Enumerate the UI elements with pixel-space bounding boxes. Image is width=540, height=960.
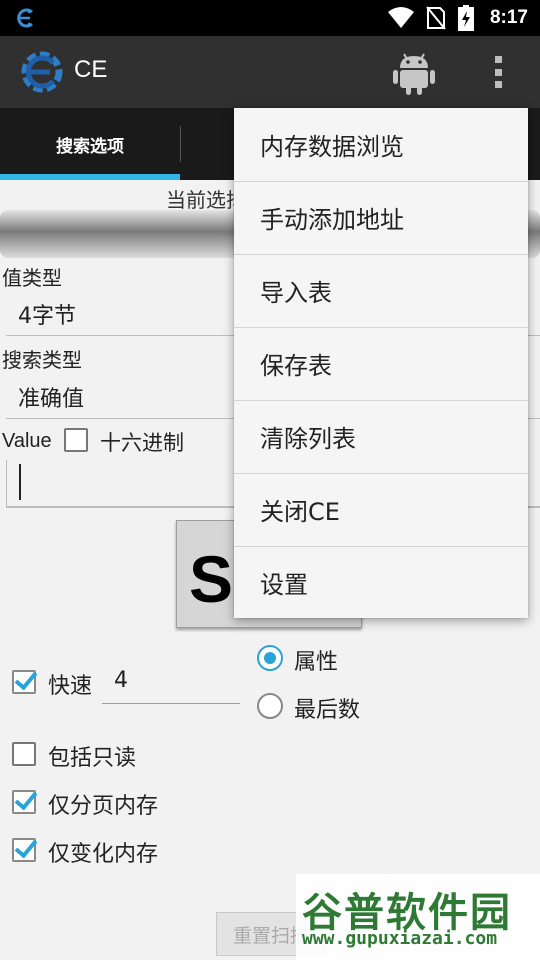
fast-scan-alignment-value: 4 bbox=[114, 668, 128, 693]
cheat-engine-notification-icon bbox=[17, 8, 33, 28]
overflow-menu-icon[interactable] bbox=[486, 54, 510, 90]
scan-button-label: S bbox=[189, 542, 234, 616]
hex-label: 十六进制 bbox=[100, 431, 184, 455]
battery-charging-icon bbox=[457, 5, 474, 31]
menu-item-label: 手动添加地址 bbox=[260, 206, 404, 234]
menu-item-label: 导入表 bbox=[260, 279, 332, 307]
menu-item-import-table[interactable]: 导入表 bbox=[234, 254, 528, 327]
attribute-radio[interactable] bbox=[257, 645, 283, 671]
android-icon[interactable] bbox=[392, 48, 436, 96]
last-digits-radio-label: 最后数 bbox=[294, 698, 361, 723]
hex-checkbox[interactable] bbox=[64, 428, 88, 452]
search-type-selected: 准确值 bbox=[18, 387, 85, 412]
menu-item-settings[interactable]: 设置 bbox=[234, 546, 528, 619]
cheat-engine-logo bbox=[21, 51, 63, 93]
menu-item-label: 清除列表 bbox=[260, 425, 356, 453]
last-digits-radio[interactable] bbox=[257, 693, 283, 719]
menu-item-clear-list[interactable]: 清除列表 bbox=[234, 400, 528, 473]
value-type-selected: 4字节 bbox=[18, 304, 76, 329]
text-cursor bbox=[19, 464, 21, 500]
menu-item-add-address[interactable]: 手动添加地址 bbox=[234, 181, 528, 254]
tab-divider bbox=[180, 126, 181, 162]
value-label: Value bbox=[2, 430, 52, 452]
include-readonly-label: 包括只读 bbox=[48, 746, 137, 771]
tab-label: 搜索选项 bbox=[56, 136, 124, 157]
overflow-popup-menu: 内存数据浏览 手动添加地址 导入表 保存表 清除列表 关闭CE 设置 bbox=[234, 108, 528, 618]
menu-item-memory-view[interactable]: 内存数据浏览 bbox=[234, 108, 528, 181]
menu-item-close-ce[interactable]: 关闭CE bbox=[234, 473, 528, 546]
menu-item-save-table[interactable]: 保存表 bbox=[234, 327, 528, 400]
value-type-label: 值类型 bbox=[2, 266, 62, 290]
action-bar: CE bbox=[0, 36, 540, 108]
status-time: 8:17 bbox=[489, 7, 528, 28]
fast-scan-alignment-input[interactable]: 4 bbox=[102, 664, 240, 704]
menu-item-label: 设置 bbox=[260, 571, 308, 599]
changed-memory-label: 仅变化内存 bbox=[48, 842, 159, 867]
site-watermark: 谷普软件园 www.gupuxiazai.com bbox=[296, 874, 540, 960]
fast-scan-checkbox[interactable] bbox=[12, 670, 36, 694]
paged-memory-label: 仅分页内存 bbox=[48, 794, 159, 819]
app-title: CE bbox=[74, 56, 108, 83]
tab-search-options[interactable]: 搜索选项 bbox=[0, 108, 180, 180]
paged-memory-checkbox[interactable] bbox=[12, 790, 36, 814]
watermark-url: www.gupuxiazai.com bbox=[302, 928, 498, 949]
wifi-icon bbox=[387, 7, 414, 28]
status-bar: 8:17 bbox=[0, 0, 540, 36]
no-sim-icon bbox=[426, 6, 446, 30]
attribute-radio-label: 属性 bbox=[294, 650, 339, 675]
menu-item-label: 内存数据浏览 bbox=[260, 133, 404, 161]
tab-selected-indicator bbox=[0, 174, 180, 180]
menu-item-label: 保存表 bbox=[260, 352, 332, 380]
fast-scan-label: 快速 bbox=[48, 674, 93, 699]
include-readonly-checkbox[interactable] bbox=[12, 742, 36, 766]
search-type-label: 搜索类型 bbox=[2, 348, 82, 372]
changed-memory-checkbox[interactable] bbox=[12, 838, 36, 862]
menu-item-label: 关闭CE bbox=[260, 498, 340, 526]
